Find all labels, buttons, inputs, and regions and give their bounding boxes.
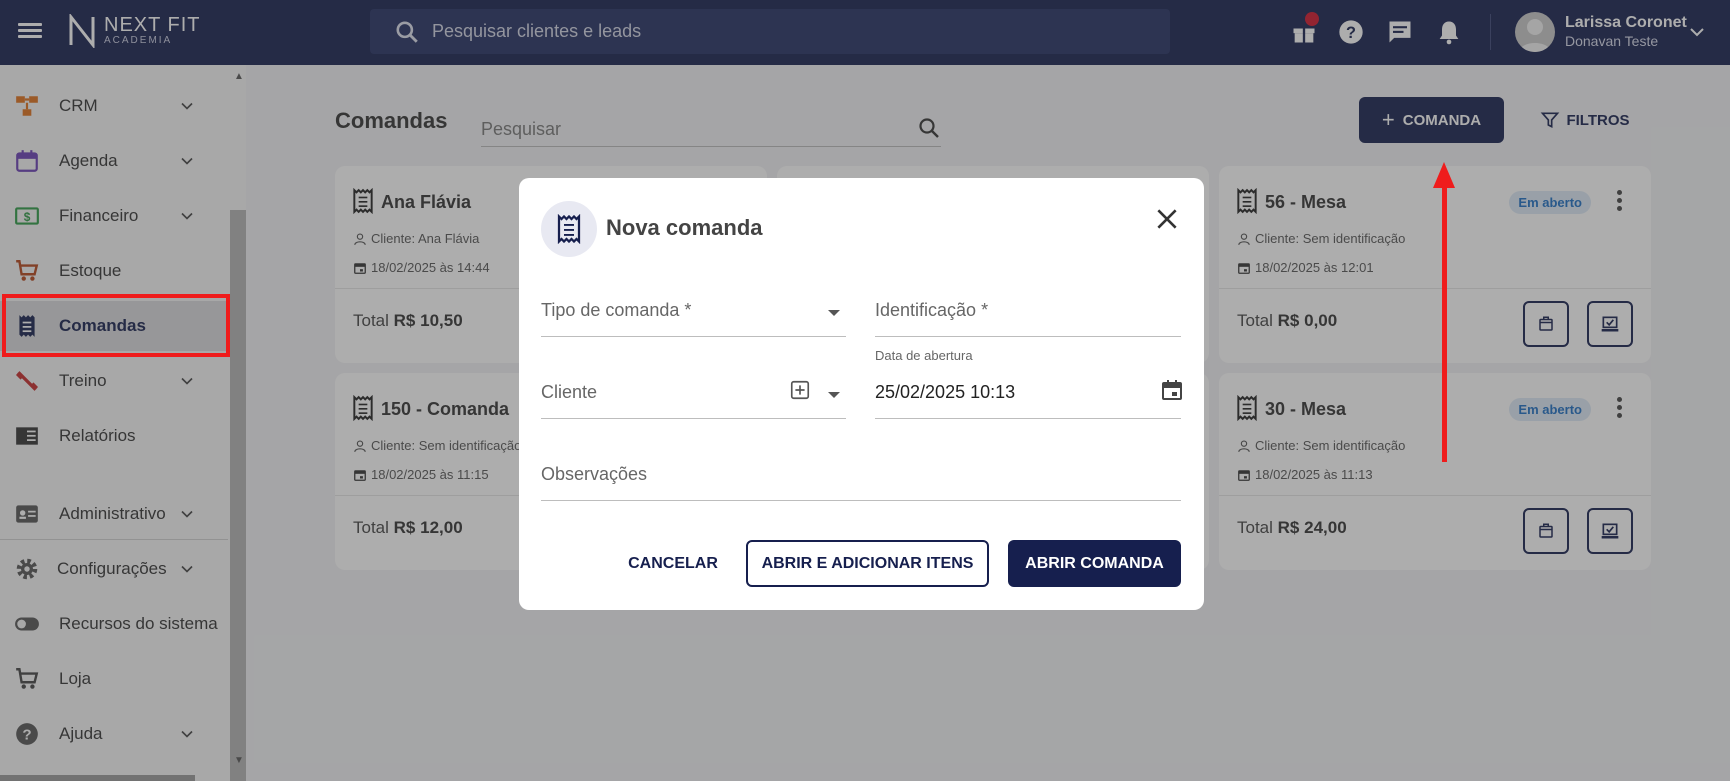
data-abertura-label: Data de abertura <box>875 348 973 363</box>
annotation-arrow <box>1442 180 1447 462</box>
open-comanda-button[interactable]: ABRIR COMANDA <box>1008 540 1181 587</box>
identificacao-input[interactable]: Identificação * <box>875 290 1181 337</box>
cliente-select[interactable]: Cliente <box>541 372 846 419</box>
dialog-icon-circle <box>541 201 597 257</box>
add-client-icon[interactable] <box>789 379 811 401</box>
observacoes-label: Observações <box>541 464 648 484</box>
dialog-title: Nova comanda <box>606 215 763 240</box>
observacoes-input[interactable]: Observações <box>541 454 1181 501</box>
tipo-comanda-select[interactable]: Tipo de comanda * <box>541 290 846 337</box>
open-and-add-items-button[interactable]: ABRIR E ADICIONAR ITENS <box>746 540 989 587</box>
receipt-icon <box>557 214 581 244</box>
data-abertura-value: 25/02/2025 10:13 <box>875 382 1016 402</box>
highlight-box <box>2 294 230 357</box>
tipo-comanda-label: Tipo de comanda * <box>541 300 692 320</box>
identificacao-label: Identificação * <box>875 300 989 320</box>
dropdown-arrow-icon <box>828 392 840 398</box>
dropdown-arrow-icon <box>828 310 840 316</box>
cancel-button[interactable]: CANCELAR <box>597 540 749 587</box>
close-icon[interactable] <box>1154 206 1180 232</box>
data-abertura-input[interactable]: Data de abertura 25/02/2025 10:13 <box>875 348 1184 419</box>
calendar-icon[interactable] <box>1160 378 1184 402</box>
cliente-label: Cliente <box>541 382 598 402</box>
nova-comanda-dialog: Nova comanda Tipo de comanda * Identific… <box>519 178 1204 610</box>
